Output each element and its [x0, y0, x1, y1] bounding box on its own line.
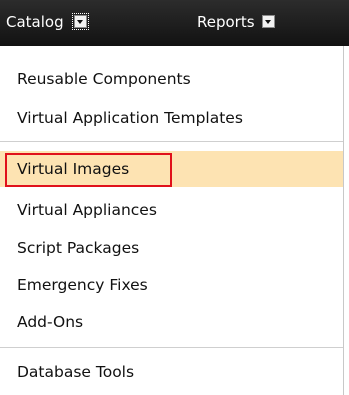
menu-item-virtual-images[interactable]: Virtual Images — [0, 151, 343, 187]
menu-bar: Catalog Reports — [0, 0, 349, 46]
menu-catalog[interactable]: Catalog — [6, 12, 64, 32]
menu-item-label: Virtual Application Templates — [17, 109, 243, 127]
catalog-dropdown-icon[interactable] — [72, 13, 89, 30]
menu-item-label: Virtual Appliances — [17, 201, 157, 219]
catalog-dropdown-menu: Reusable Components Virtual Application … — [0, 46, 344, 395]
menu-divider — [0, 141, 343, 142]
menu-item-emergency-fixes[interactable]: Emergency Fixes — [0, 269, 343, 301]
menu-item-label: Add-Ons — [17, 313, 84, 331]
menu-item-script-packages[interactable]: Script Packages — [0, 232, 343, 264]
menu-divider — [0, 347, 343, 348]
menu-item-label: Script Packages — [17, 239, 140, 257]
menu-item-label: Database Tools — [17, 363, 135, 381]
menu-item-reusable-components[interactable]: Reusable Components — [0, 63, 343, 95]
menu-item-virtual-application-templates[interactable]: Virtual Application Templates — [0, 102, 343, 134]
menu-item-label: Virtual Images — [17, 160, 130, 178]
menu-item-add-ons[interactable]: Add-Ons — [0, 306, 343, 338]
reports-dropdown-icon[interactable] — [262, 15, 275, 28]
menu-item-label: Reusable Components — [17, 70, 191, 88]
menu-item-virtual-appliances[interactable]: Virtual Appliances — [0, 194, 343, 226]
menu-reports[interactable]: Reports — [197, 12, 255, 32]
menu-item-label: Emergency Fixes — [17, 276, 148, 294]
menu-item-database-tools[interactable]: Database Tools — [0, 356, 343, 388]
